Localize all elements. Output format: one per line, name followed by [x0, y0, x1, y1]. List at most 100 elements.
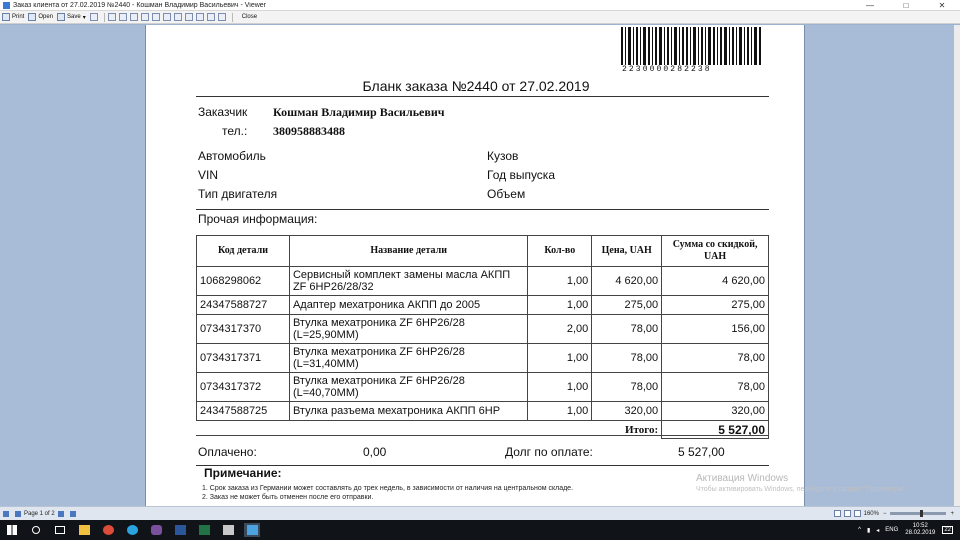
window-title: Заказ клиента от 27.02.2019 №2440 - Кошм… [13, 1, 267, 9]
cell-name: Сервисный комплект замены масла АКПП ZF … [288, 266, 529, 296]
year-label: Год выпуска [487, 168, 555, 182]
maximize-button[interactable]: □ [888, 0, 924, 11]
task-view-icon [55, 526, 65, 534]
cell-name: Втулка мехатроника ZF 6HP26/28 (L=31,40M… [288, 343, 529, 373]
barcode [621, 27, 761, 65]
taskbar-app-tool[interactable] [220, 523, 236, 537]
chevron-down-icon: ▾ [82, 14, 86, 21]
table-row: 0734317372 Втулка мехатроника ZF 6HP26/2… [196, 372, 769, 402]
zoom-in-icon[interactable]: + [950, 511, 954, 517]
table-row: 0734317370 Втулка мехатроника ZF 6HP26/2… [196, 314, 769, 344]
viber-icon [150, 525, 162, 535]
clock-time: 10:52 [912, 523, 928, 529]
page-setup-icon[interactable] [118, 13, 127, 21]
activation-watermark-title: Активация Windows [696, 473, 789, 484]
taskbar-app-excel[interactable] [196, 523, 212, 537]
continuous-view-icon[interactable] [843, 510, 851, 517]
phone-label: тел.: [222, 124, 248, 138]
next-page-icon[interactable] [57, 510, 64, 517]
watermark-icon[interactable] [129, 13, 138, 21]
cell-code: 0734317371 [196, 343, 290, 373]
multi-page-view-icon[interactable] [853, 510, 861, 517]
close-window-button[interactable]: ✕ [924, 0, 960, 11]
network-icon[interactable]: ▮ [867, 527, 870, 534]
cell-qty: 1,00 [527, 266, 593, 296]
open-label: Open [38, 14, 54, 20]
table-row: 1068298062 Сервисный комплект замены мас… [196, 266, 769, 296]
taskbar-app-explorer[interactable] [76, 523, 92, 537]
export-icon[interactable] [89, 13, 98, 21]
clock-date: 28.02.2019 [905, 530, 936, 536]
search-button[interactable] [28, 523, 44, 537]
cell-qty: 1,00 [527, 343, 593, 373]
table-header-row: Код детали Название детали Кол-во Цена, … [196, 235, 769, 267]
activation-watermark-text: Чтобы активировать Windows, перейдите в … [696, 486, 908, 493]
minimize-button[interactable]: — [852, 0, 888, 11]
zoom-icon[interactable] [195, 13, 204, 21]
keyboard-language[interactable]: ENG [885, 527, 898, 533]
taskbar: ^ ▮ ◂ ENG 10:52 28.02.2019 22 [0, 520, 960, 540]
notification-count[interactable]: 22 [942, 526, 953, 534]
task-view-button[interactable] [52, 523, 68, 537]
zoom-out-icon[interactable]: − [883, 511, 887, 517]
close-button[interactable]: Close [242, 12, 257, 23]
cell-code: 1068298062 [196, 266, 290, 296]
taskbar-app-viber[interactable] [148, 523, 164, 537]
cell-name: Втулка разъема мехатроника АКПП 6HP [288, 401, 529, 421]
cell-price: 4 620,00 [591, 266, 663, 296]
cell-code: 24347588727 [196, 295, 290, 315]
cell-sum: 320,00 [661, 401, 769, 421]
tray-chevron-icon[interactable]: ^ [858, 527, 861, 533]
table-icon[interactable] [140, 13, 149, 21]
taskbar-app-chrome[interactable] [100, 523, 116, 537]
system-tray: ^ ▮ ◂ ENG 10:52 28.02.2019 22 [855, 523, 960, 537]
zoom-slider-knob[interactable] [920, 510, 924, 517]
cell-sum: 4 620,00 [661, 266, 769, 296]
customer-name: Кошман Владимир Васильевич [273, 105, 445, 119]
start-button[interactable] [4, 523, 20, 537]
prev-page-icon[interactable] [15, 510, 21, 517]
folder-icon [28, 13, 37, 21]
cell-code: 0734317370 [196, 314, 290, 344]
document-title: Бланк заказа №2440 от 27.02.2019 [362, 78, 590, 94]
header-code: Код детали [196, 235, 290, 267]
navigate-icon[interactable] [217, 13, 226, 21]
taskbar-app-viewer[interactable] [244, 523, 260, 537]
table-row: 24347588725 Втулка разъема мехатроника А… [196, 401, 769, 421]
open-button[interactable]: Open [28, 12, 53, 23]
cell-sum: 78,00 [661, 343, 769, 373]
find-icon[interactable] [151, 13, 160, 21]
items-table: Код детали Название детали Кол-во Цена, … [196, 235, 769, 439]
single-page-view-icon[interactable] [833, 510, 841, 517]
cell-name: Втулка мехатроника ZF 6HP26/28 (L=25,90M… [288, 314, 529, 344]
debt-value: 5 527,00 [678, 445, 725, 459]
cell-sum: 78,00 [661, 372, 769, 402]
vertical-scrollbar[interactable] [954, 25, 960, 506]
last-page-icon[interactable] [69, 510, 76, 517]
app-icon [3, 1, 10, 9]
cell-name: Втулка мехатроника ZF 6HP26/28 (L=40,70M… [288, 372, 529, 402]
cell-name: Адаптер мехатроника АКПП до 2005 [288, 295, 529, 315]
other-info-label: Прочая информация: [198, 212, 318, 226]
edit-icon[interactable] [107, 13, 116, 21]
first-page-icon[interactable] [3, 510, 9, 517]
cell-sum: 275,00 [661, 295, 769, 315]
document-page: 2230000282238 Бланк заказа №2440 от 27.0… [145, 25, 805, 506]
multi-page-icon[interactable] [184, 13, 193, 21]
excel-icon [198, 525, 210, 535]
fullscreen-icon[interactable] [206, 13, 215, 21]
print-button[interactable]: Print [2, 12, 24, 23]
cell-price: 320,00 [591, 401, 663, 421]
taskbar-app-word[interactable] [172, 523, 188, 537]
two-pages-icon[interactable] [173, 13, 182, 21]
paid-label: Оплачено: [198, 445, 257, 459]
volume-icon[interactable]: ◂ [876, 527, 879, 534]
save-button[interactable]: Save ▾ [57, 12, 86, 23]
note-line: 1. Срок заказа из Германии может составл… [202, 485, 574, 492]
single-page-icon[interactable] [162, 13, 171, 21]
clock[interactable]: 10:52 28.02.2019 [905, 523, 935, 537]
word-icon [174, 525, 186, 535]
header-name: Название детали [288, 235, 529, 267]
zoom-slider[interactable] [890, 510, 947, 517]
taskbar-app-telegram[interactable] [124, 523, 140, 537]
